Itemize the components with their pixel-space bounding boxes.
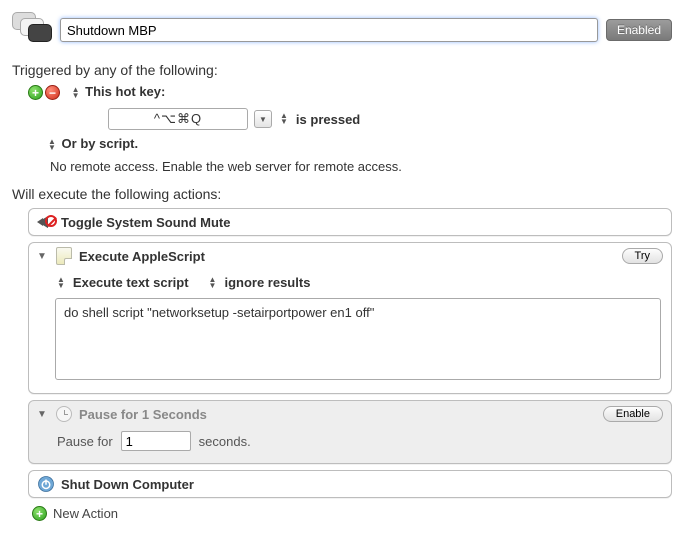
script-text-input[interactable] — [55, 298, 661, 380]
script-trigger-label: Or by script. — [62, 136, 139, 151]
script-source-label: Execute text script — [73, 275, 189, 290]
enabled-toggle-button[interactable]: Enabled — [606, 19, 672, 41]
action-title: Toggle System Sound Mute — [61, 215, 663, 230]
plus-icon: + — [32, 506, 47, 521]
clock-icon — [55, 405, 73, 423]
pause-prefix-label: Pause for — [57, 434, 113, 449]
trigger-type-stepper[interactable] — [72, 87, 78, 99]
results-handling-label: ignore results — [224, 275, 310, 290]
action-pause[interactable]: ▼ Pause for 1 Seconds Enable Pause for s… — [28, 400, 672, 464]
script-trigger-stepper[interactable] — [48, 139, 54, 151]
pause-duration-input[interactable] — [121, 431, 191, 451]
action-execute-applescript[interactable]: ▼ Execute AppleScript Try Execute text s… — [28, 242, 672, 394]
pressed-mode-label: is pressed — [296, 112, 360, 127]
remove-trigger-button[interactable]: − — [45, 85, 60, 100]
speaker-mute-icon — [37, 213, 55, 231]
results-handling-stepper[interactable] — [209, 277, 215, 289]
disclosure-triangle-icon[interactable]: ▼ — [37, 409, 49, 420]
action-shutdown[interactable]: Shut Down Computer — [28, 470, 672, 498]
script-source-stepper[interactable] — [57, 277, 63, 289]
disclosure-triangle-icon[interactable]: ▼ — [37, 251, 49, 262]
triggers-heading: Triggered by any of the following: — [12, 62, 672, 78]
action-title: Shut Down Computer — [61, 477, 663, 492]
macro-group-icon — [10, 10, 52, 50]
hotkey-field[interactable]: ^⌥⌘Q — [108, 108, 248, 130]
applescript-icon — [55, 247, 73, 265]
enable-button[interactable]: Enable — [603, 406, 663, 422]
actions-heading: Will execute the following actions: — [12, 186, 672, 202]
trigger-hotkey-label: This hot key: — [85, 84, 165, 99]
add-trigger-button[interactable]: + — [28, 85, 43, 100]
pressed-mode-stepper[interactable] — [280, 113, 286, 125]
remote-access-note: No remote access. Enable the web server … — [50, 159, 672, 174]
new-action-label: New Action — [53, 506, 118, 521]
try-button[interactable]: Try — [622, 248, 663, 264]
power-icon — [37, 475, 55, 493]
action-title: Pause for 1 Seconds — [79, 407, 597, 422]
pause-suffix-label: seconds. — [199, 434, 251, 449]
new-action-button[interactable]: + New Action — [32, 506, 672, 521]
action-toggle-mute[interactable]: Toggle System Sound Mute — [28, 208, 672, 236]
macro-name-input[interactable] — [60, 18, 598, 42]
hotkey-options-dropdown[interactable]: ▼ — [254, 110, 272, 128]
action-title: Execute AppleScript — [79, 249, 616, 264]
